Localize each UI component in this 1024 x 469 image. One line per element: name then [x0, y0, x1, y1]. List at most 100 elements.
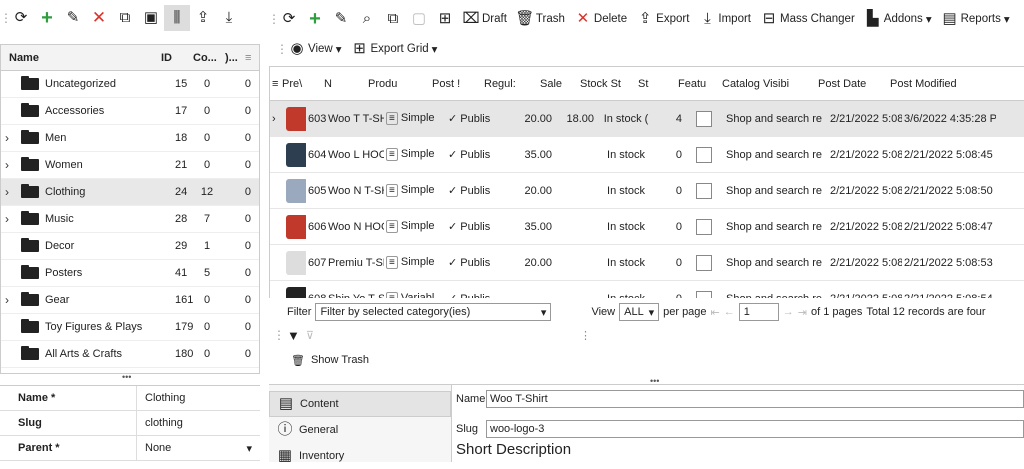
table-row[interactable]: 607Premiu T-SHI≡ Simple✓ Publis20.00In s…: [270, 245, 1024, 281]
export-button[interactable]: ⇪ Export: [632, 6, 694, 32]
table-row[interactable]: 606 Woo N HOO ≡ Simple ✓ Publis 35.00 In stoc…: [270, 209, 1024, 245]
first-page-icon[interactable]: ⇤: [711, 306, 720, 319]
paste-button[interactable]: ▢: [406, 6, 432, 32]
nav-item-inventory[interactable]: ▦ Inventory: [269, 443, 451, 469]
upload-button[interactable]: ⇪: [190, 5, 216, 31]
featured-checkbox[interactable]: [696, 290, 712, 298]
id-column-header[interactable]: ID: [157, 52, 193, 64]
nav-item-general[interactable]: ⓘ General: [269, 417, 451, 443]
grid-column-header[interactable]: Post Date: [816, 78, 888, 90]
category-row[interactable]: Decor 29 1 0: [1, 233, 259, 260]
import-button[interactable]: ⤓ Import: [694, 6, 756, 32]
mass-changer-button[interactable]: ⊟ Mass Changer: [756, 6, 860, 32]
duplicate-button[interactable]: ⧉: [380, 6, 406, 32]
next-page-icon[interactable]: →: [783, 306, 794, 318]
edit-product-button[interactable]: ✎: [328, 6, 354, 32]
featured-checkbox[interactable]: [696, 182, 712, 199]
reports-icon: ▤: [942, 10, 957, 27]
prev-page-icon[interactable]: ←: [724, 306, 735, 318]
funnel-icon[interactable]: ▼: [287, 328, 300, 343]
property-value[interactable]: Clothing: [137, 392, 260, 404]
property-value[interactable]: clothing: [137, 417, 260, 429]
filter-icon[interactable]: ≡: [245, 52, 251, 64]
featured-checkbox[interactable]: [696, 254, 712, 271]
toolbar-grip[interactable]: ⋮: [276, 42, 288, 56]
expand-icon[interactable]: ›: [1, 185, 13, 199]
delete-category-button[interactable]: ✕: [86, 5, 112, 31]
product-type: ≡ Variabl: [384, 292, 446, 298]
expand-icon[interactable]: ›: [1, 158, 13, 172]
download-button[interactable]: ⤓: [216, 5, 242, 31]
nav-item-content[interactable]: ▤ Content: [269, 391, 451, 417]
grid-column-header[interactable]: Produ: [366, 78, 430, 90]
category-row[interactable]: Uncategorized 15 0 0: [1, 71, 259, 98]
count-column-header[interactable]: Co...: [193, 52, 225, 64]
grid-column-header[interactable]: Pre\: [280, 78, 322, 90]
slug-input[interactable]: woo-logo-3: [486, 420, 1024, 438]
split-button[interactable]: ⫼: [164, 5, 190, 31]
export-grid-button[interactable]: ⊞ Export Grid ▾: [347, 36, 443, 62]
refresh-button[interactable]: ⟳: [276, 6, 302, 32]
toolbar-grip[interactable]: ⋮: [268, 12, 280, 26]
last-page-icon[interactable]: ⇥: [798, 306, 807, 319]
view-button[interactable]: ◉ View ▾: [284, 36, 347, 62]
grid-column-header[interactable]: Regul:: [482, 78, 538, 90]
expand-icon[interactable]: ›: [1, 293, 13, 307]
table-row[interactable]: 605Woo N T-SHI≡ Simple✓ Publis20.00In st…: [270, 173, 1024, 209]
show-trash-button[interactable]: Show Trash: [311, 354, 369, 366]
grid-column-header[interactable]: Catalog Visibi: [720, 78, 816, 90]
clear-filter-icon[interactable]: ⊽: [306, 329, 314, 342]
table-row[interactable]: 608Ship Yo T-SHI≡ Variabl✓ PublisIn stoc…: [270, 281, 1024, 298]
category-row[interactable]: Posters 41 5 0: [1, 260, 259, 287]
category-row[interactable]: Accessories 17 0 0: [1, 98, 259, 125]
copy-button[interactable]: ⧉: [112, 5, 138, 31]
image-button[interactable]: ▣: [138, 5, 164, 31]
filter-select[interactable]: Filter by selected category(ies) ▾: [315, 303, 552, 321]
category-row[interactable]: › Gear 161 0 0: [1, 287, 259, 314]
featured-checkbox[interactable]: [696, 218, 712, 235]
featured-checkbox[interactable]: [696, 146, 712, 163]
expand-icon[interactable]: ›: [1, 131, 13, 145]
grid-column-header[interactable]: Post Modified: [888, 78, 978, 90]
view-select[interactable]: ALL ▾: [619, 303, 660, 321]
grid-column-header[interactable]: Featu: [676, 78, 720, 90]
table-row[interactable]: ›603Woo T T-SHI≡ Simple✓ Publis20.0018.0…: [270, 101, 1024, 137]
edit-category-button[interactable]: ✎: [60, 5, 86, 31]
add-product-button[interactable]: +: [302, 6, 328, 32]
category-row[interactable]: › Clothing 24 12 0: [1, 179, 259, 206]
splitter-dots[interactable]: •••: [122, 372, 131, 382]
page-input[interactable]: 1: [738, 303, 779, 321]
regular-price: 20.00: [524, 112, 552, 125]
add-category-button[interactable]: +: [34, 5, 60, 31]
grid-column-header[interactable]: Post !: [430, 78, 482, 90]
table-row[interactable]: 604 Woo L HOO ≡ Simple ✓ Publis 35.00 In stoc…: [270, 137, 1024, 173]
category-row[interactable]: › Women 21 0 0: [1, 152, 259, 179]
search-button[interactable]: ⌕: [354, 6, 380, 32]
category-row[interactable]: Toy Figures & Plays 179 0 0: [1, 314, 259, 341]
trash-button[interactable]: 🗑 Trash: [512, 6, 570, 32]
extra-column-header[interactable]: )...: [225, 52, 245, 64]
reports-button[interactable]: ▤ Reports ▾: [937, 6, 1015, 32]
expand-icon[interactable]: ›: [1, 212, 13, 226]
name-input[interactable]: Woo T-Shirt: [486, 390, 1024, 408]
splitter-handle[interactable]: ⋮: [580, 329, 591, 342]
columns-button[interactable]: ⊞: [432, 6, 458, 32]
category-row[interactable]: › Men 18 0 0: [1, 125, 259, 152]
delete-button[interactable]: ✕ Delete: [570, 6, 632, 32]
category-row[interactable]: › Music 28 7 0: [1, 206, 259, 233]
grid-column-header[interactable]: St: [636, 78, 676, 90]
toolbar-grip[interactable]: ⋮: [0, 11, 12, 25]
property-value[interactable]: None ▾: [137, 442, 260, 455]
dropdown-arrow-icon: ▾: [540, 306, 547, 319]
grid-column-header[interactable]: Sale: [538, 78, 578, 90]
name-column-header[interactable]: Name: [1, 52, 157, 64]
addons-button[interactable]: ▙ Addons ▾: [860, 6, 937, 32]
name-field-label: Name: [456, 393, 486, 405]
grid-column-header[interactable]: Stock St: [578, 78, 636, 90]
toolbar-grip[interactable]: ⋮: [273, 328, 285, 342]
grid-column-header[interactable]: N: [322, 78, 366, 90]
featured-checkbox[interactable]: [696, 110, 712, 127]
refresh-button[interactable]: ⟳: [8, 5, 34, 31]
draft-button[interactable]: ⌧ Draft: [458, 6, 512, 32]
category-row[interactable]: All Arts & Crafts 180 0 0: [1, 341, 259, 368]
